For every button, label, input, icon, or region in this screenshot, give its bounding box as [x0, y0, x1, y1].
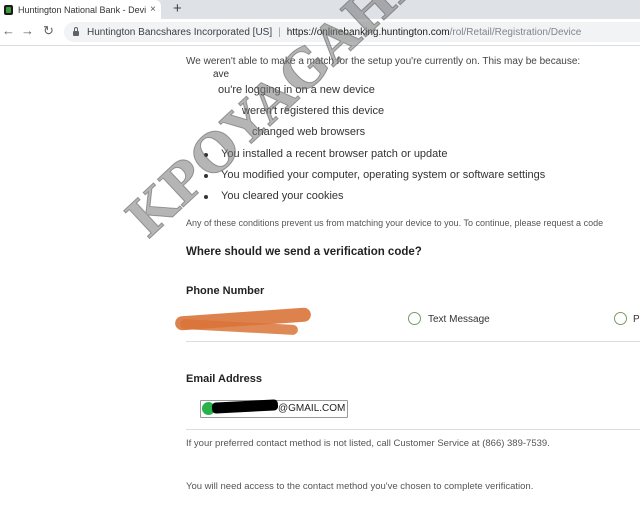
page-content: We weren't able to make a match for the … — [0, 46, 640, 509]
back-arrow-icon[interactable]: ← — [2, 23, 15, 39]
email-address-label: Email Address — [186, 373, 263, 385]
phone-call-label[interactable]: P — [633, 314, 640, 325]
list-item: You installed a recent browser patch or … — [202, 144, 545, 165]
access-note: You will need access to the contact meth… — [186, 481, 534, 492]
new-tab-icon[interactable]: + — [173, 0, 182, 17]
contact-note: If your preferred contact method is not … — [186, 438, 550, 449]
verification-question: Where should we send a verification code… — [186, 246, 422, 258]
lock-icon — [73, 26, 79, 36]
reload-icon[interactable]: ↻ — [43, 23, 54, 39]
tab-bar: Huntington National Bank - Devi × + — [0, 0, 640, 19]
browser-toolbar: ← → ↻ Huntington Bancshares Incorporated… — [0, 19, 640, 46]
phone-call-radio[interactable] — [614, 312, 627, 325]
browser-tab[interactable]: Huntington National Bank - Devi × — [0, 0, 161, 19]
site-identity: Huntington Bancshares Incorporated [US] — [87, 26, 273, 38]
list-item: You modified your computer, operating sy… — [202, 165, 545, 186]
url-host: https://onlinebanking.huntington.com — [286, 26, 450, 38]
partial-reason-2: weren't registered this device — [242, 105, 385, 117]
address-separator: | — [278, 26, 281, 38]
intro-text: We weren't able to make a match for the … — [186, 56, 581, 67]
list-item: You cleared your cookies — [202, 186, 545, 207]
reason-list: You installed a recent browser patch or … — [202, 144, 545, 207]
partial-reason-0: ave — [213, 69, 230, 80]
address-bar[interactable]: Huntington Bancshares Incorporated [US] … — [64, 22, 640, 42]
huntington-favicon-icon — [4, 4, 13, 15]
url-path: /rol/Retail/Registration/Device — [449, 26, 582, 38]
email-value[interactable]: @GMAIL.COM — [278, 403, 345, 414]
divider — [186, 341, 640, 342]
text-message-label[interactable]: Text Message — [428, 314, 490, 325]
partial-reason-1: ou're logging in on a new device — [218, 84, 375, 96]
text-message-radio[interactable] — [408, 312, 421, 325]
phone-number-label: Phone Number — [186, 285, 265, 297]
tab-close-icon[interactable]: × — [150, 4, 156, 15]
tab-title: Huntington National Bank - Devi — [18, 4, 147, 15]
forward-arrow-icon[interactable]: → — [21, 23, 34, 39]
partial-reason-3: changed web browsers — [252, 126, 366, 138]
conditions-text: Any of these conditions prevent us from … — [186, 218, 604, 228]
divider — [186, 429, 640, 430]
